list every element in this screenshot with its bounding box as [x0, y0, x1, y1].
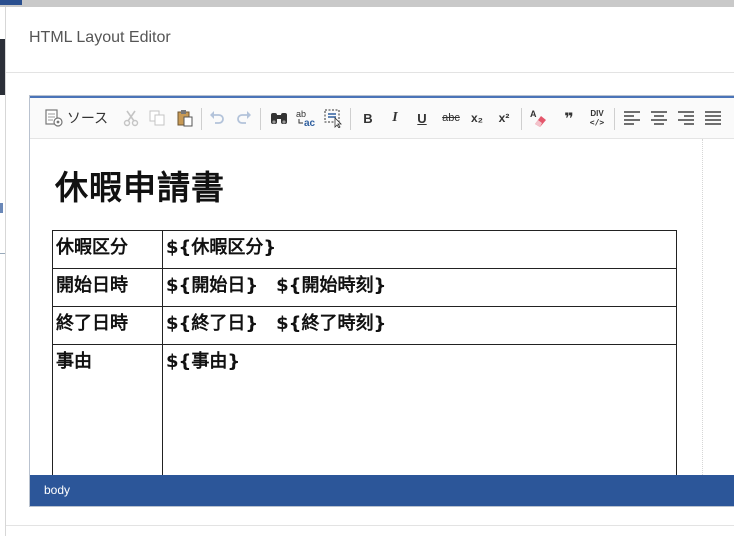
find-icon	[271, 113, 287, 124]
italic-button[interactable]: I	[387, 107, 403, 129]
toolbar-separator	[350, 108, 351, 130]
code-icon: </>	[589, 118, 605, 127]
paste-button[interactable]	[175, 107, 195, 129]
paste-icon	[177, 110, 193, 127]
rich-text-editor: ソース ab ac B I U abc x₂ x² A ❞ DIV </> 休暇…	[29, 95, 734, 507]
cut-icon	[123, 110, 139, 127]
table-row[interactable]: 開始日時 ${開始日} ${開始時刻}	[52, 268, 677, 307]
table-row[interactable]: 事由 ${事由}	[52, 344, 677, 475]
svg-text:ac: ac	[304, 118, 316, 128]
row-label[interactable]: 休暇区分	[52, 230, 163, 269]
row-label[interactable]: 開始日時	[52, 268, 163, 307]
undo-button[interactable]	[207, 107, 227, 129]
table-row[interactable]: 終了日時 ${終了日} ${終了時刻}	[52, 306, 677, 345]
row-value[interactable]: ${事由}	[162, 344, 677, 475]
replace-button[interactable]: ab ac	[295, 107, 317, 129]
cut-button[interactable]	[121, 107, 141, 129]
toolbar-separator	[260, 108, 261, 130]
element-path-body[interactable]: body	[44, 483, 70, 497]
copy-button[interactable]	[147, 107, 167, 129]
remove-format-icon: A	[530, 109, 546, 127]
source-button[interactable]: ソース	[42, 107, 110, 129]
subscript-button[interactable]: x₂	[468, 107, 486, 129]
align-right-button[interactable]	[676, 107, 696, 129]
background-window-strip	[0, 0, 734, 7]
remove-format-button[interactable]: A	[528, 107, 550, 129]
blockquote-button[interactable]: ❞	[560, 107, 578, 129]
replace-icon: ab ac	[296, 109, 316, 128]
justify-button[interactable]	[703, 107, 723, 129]
find-button[interactable]	[268, 107, 290, 129]
align-center-icon	[651, 111, 667, 125]
underline-button[interactable]: U	[414, 107, 430, 129]
source-icon	[45, 109, 63, 127]
row-value[interactable]: ${休暇区分}	[162, 230, 677, 269]
dialog-footer-divider	[6, 525, 734, 526]
div-button[interactable]: DIV </>	[587, 107, 607, 129]
row-value[interactable]: ${終了日} ${終了時刻}	[162, 306, 677, 345]
row-label[interactable]: 終了日時	[52, 306, 163, 345]
toolbar-separator	[614, 108, 615, 130]
editor-content-area[interactable]: 休暇申請書 休暇区分 ${休暇区分} 開始日時 ${開始日} ${開始時刻} 終…	[30, 139, 703, 475]
document-title[interactable]: 休暇申請書	[55, 161, 225, 209]
bold-button[interactable]: B	[360, 107, 376, 129]
element-path-statusbar: body	[30, 475, 734, 506]
source-button-label: ソース	[66, 110, 109, 126]
background-mark	[0, 203, 3, 213]
editor-toolbar: ソース ab ac B I U abc x₂ x² A ❞ DIV </>	[30, 98, 734, 139]
strikethrough-button[interactable]: abc	[440, 107, 462, 129]
align-left-button[interactable]	[622, 107, 642, 129]
leave-request-table[interactable]: 休暇区分 ${休暇区分} 開始日時 ${開始日} ${開始時刻} 終了日時 ${…	[52, 230, 677, 475]
row-value[interactable]: ${開始日} ${開始時刻}	[162, 268, 677, 307]
select-all-button[interactable]	[322, 107, 344, 129]
redo-button[interactable]	[234, 107, 254, 129]
svg-text:A: A	[530, 109, 537, 119]
undo-icon	[210, 111, 224, 124]
div-button-label: DIV	[590, 109, 604, 118]
select-all-icon	[324, 109, 342, 128]
dialog-title: HTML Layout Editor	[29, 29, 171, 46]
copy-icon	[149, 110, 165, 126]
layout-editor-dialog: HTML Layout Editor ソース ab ac B I U abc x…	[5, 7, 734, 536]
toolbar-separator	[201, 108, 202, 130]
redo-icon	[237, 111, 251, 124]
toolbar-separator	[521, 108, 522, 130]
justify-icon	[705, 111, 721, 125]
align-right-icon	[678, 111, 694, 125]
background-window-accent	[0, 0, 22, 5]
row-label[interactable]: 事由	[52, 344, 163, 475]
dialog-header-divider	[6, 72, 734, 73]
align-left-icon	[624, 111, 640, 125]
table-row[interactable]: 休暇区分 ${休暇区分}	[52, 230, 677, 269]
superscript-button[interactable]: x²	[495, 107, 513, 129]
align-center-button[interactable]	[649, 107, 669, 129]
